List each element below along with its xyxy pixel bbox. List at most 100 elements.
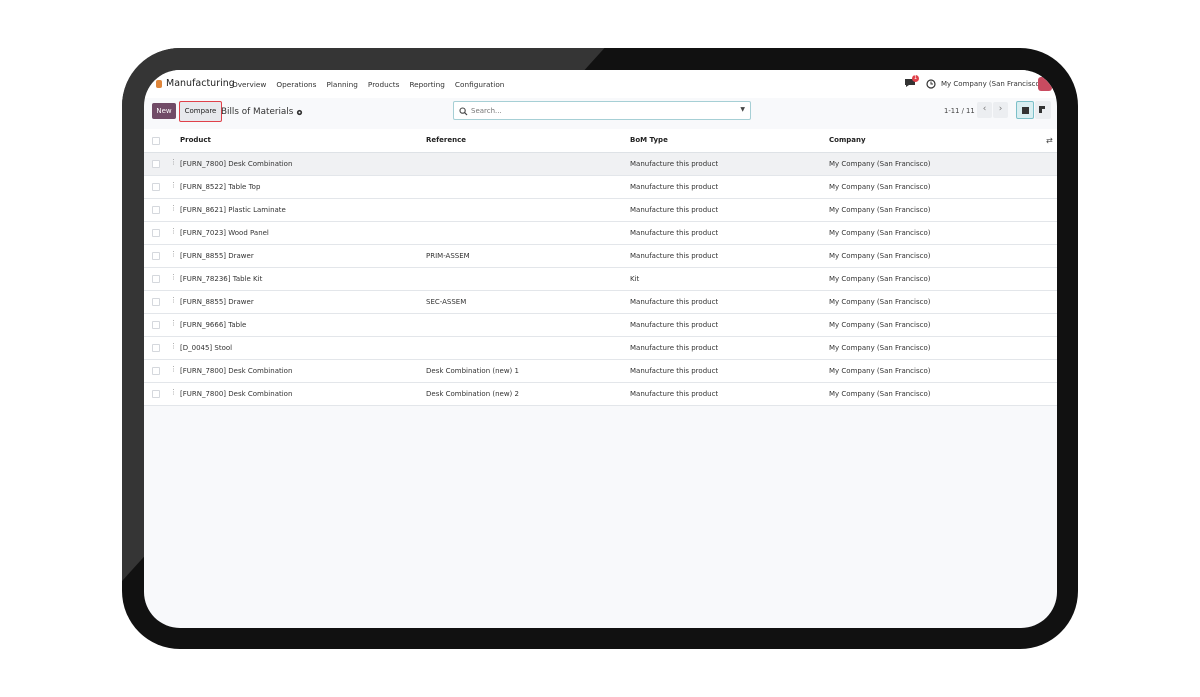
table-body: ⋮ [FURN_7800] Desk Combination Manufactu… bbox=[144, 153, 1057, 406]
cell-company: My Company (San Francisco) bbox=[829, 229, 931, 237]
row-checkbox[interactable] bbox=[152, 252, 160, 260]
cell-bom-type: Manufacture this product bbox=[630, 298, 719, 306]
cell-reference: Desk Combination (new) 1 bbox=[426, 367, 519, 375]
cell-bom-type: Manufacture this product bbox=[630, 183, 719, 191]
cell-company: My Company (San Francisco) bbox=[829, 367, 931, 375]
pager-previous-button[interactable]: ‹ bbox=[977, 102, 992, 118]
cell-product: [FURN_8855] Drawer bbox=[180, 298, 254, 306]
gear-icon[interactable] bbox=[296, 109, 303, 116]
list-view-button[interactable] bbox=[1016, 101, 1034, 119]
table-row[interactable]: ⋮ [FURN_8855] Drawer SEC-ASSEM Manufactu… bbox=[144, 291, 1057, 314]
cell-product: [FURN_9666] Table bbox=[180, 321, 247, 329]
row-checkbox[interactable] bbox=[152, 390, 160, 398]
row-checkbox[interactable] bbox=[152, 160, 160, 168]
menu-item-configuration[interactable]: Configuration bbox=[455, 80, 505, 89]
cell-company: My Company (San Francisco) bbox=[829, 206, 931, 214]
table-header: Product Reference BoM Type Company ⇄ bbox=[144, 129, 1057, 153]
search-input[interactable] bbox=[471, 104, 721, 118]
cell-bom-type: Kit bbox=[630, 275, 640, 283]
drag-handle-icon[interactable]: ⋮ bbox=[170, 297, 177, 306]
cell-company: My Company (San Francisco) bbox=[829, 252, 931, 260]
kanban-view-button[interactable] bbox=[1035, 101, 1051, 119]
cell-product: [FURN_8855] Drawer bbox=[180, 252, 254, 260]
table-row[interactable]: ⋮ [FURN_7800] Desk Combination Desk Comb… bbox=[144, 383, 1057, 406]
activity-clock-icon[interactable] bbox=[926, 79, 936, 89]
table-row[interactable]: ⋮ [FURN_7800] Desk Combination Desk Comb… bbox=[144, 360, 1057, 383]
menu-item-overview[interactable]: Overview bbox=[232, 80, 266, 89]
bom-list-table: Product Reference BoM Type Company ⇄ ⋮ [… bbox=[144, 129, 1057, 406]
cell-reference: PRIM-ASSEM bbox=[426, 252, 470, 260]
row-checkbox[interactable] bbox=[152, 183, 160, 191]
cell-bom-type: Manufacture this product bbox=[630, 367, 719, 375]
compare-button[interactable]: Compare bbox=[179, 101, 222, 122]
drag-handle-icon[interactable]: ⋮ bbox=[170, 228, 177, 237]
table-row[interactable]: ⋮ [FURN_8522] Table Top Manufacture this… bbox=[144, 176, 1057, 199]
table-row[interactable]: ⋮ [D_0045] Stool Manufacture this produc… bbox=[144, 337, 1057, 360]
cell-bom-type: Manufacture this product bbox=[630, 344, 719, 352]
drag-handle-icon[interactable]: ⋮ bbox=[170, 251, 177, 260]
row-checkbox[interactable] bbox=[152, 321, 160, 329]
menu-item-reporting[interactable]: Reporting bbox=[409, 80, 444, 89]
app-name[interactable]: Manufacturing bbox=[166, 78, 235, 89]
pager-value[interactable]: 1-11 / 11 bbox=[944, 107, 975, 115]
list-view-icon bbox=[1022, 107, 1029, 114]
cell-company: My Company (San Francisco) bbox=[829, 298, 931, 306]
company-switcher[interactable]: My Company (San Francisco) bbox=[941, 80, 1042, 88]
drag-handle-icon[interactable]: ⋮ bbox=[170, 205, 177, 214]
top-navbar: Manufacturing Overview Operations Planni… bbox=[144, 70, 1057, 98]
column-header-reference[interactable]: Reference bbox=[426, 136, 466, 144]
row-checkbox[interactable] bbox=[152, 206, 160, 214]
optional-columns-icon[interactable]: ⇄ bbox=[1046, 136, 1053, 145]
cell-bom-type: Manufacture this product bbox=[630, 160, 719, 168]
table-row[interactable]: ⋮ [FURN_7023] Wood Panel Manufacture thi… bbox=[144, 222, 1057, 245]
row-checkbox[interactable] bbox=[152, 275, 160, 283]
cell-product: [FURN_8522] Table Top bbox=[180, 183, 261, 191]
messages-badge: 1 bbox=[912, 75, 919, 82]
cell-reference: SEC-ASSEM bbox=[426, 298, 467, 306]
user-avatar[interactable] bbox=[1038, 77, 1052, 91]
row-checkbox[interactable] bbox=[152, 229, 160, 237]
cell-company: My Company (San Francisco) bbox=[829, 183, 931, 191]
search-icon bbox=[459, 107, 468, 116]
menu-item-planning[interactable]: Planning bbox=[326, 80, 357, 89]
cell-product: [FURN_7800] Desk Combination bbox=[180, 390, 293, 398]
column-header-company[interactable]: Company bbox=[829, 136, 866, 144]
drag-handle-icon[interactable]: ⋮ bbox=[170, 343, 177, 352]
table-row[interactable]: ⋮ [FURN_7800] Desk Combination Manufactu… bbox=[144, 153, 1057, 176]
row-checkbox[interactable] bbox=[152, 298, 160, 306]
drag-handle-icon[interactable]: ⋮ bbox=[170, 182, 177, 191]
row-checkbox[interactable] bbox=[152, 367, 160, 375]
table-row[interactable]: ⋮ [FURN_8621] Plastic Laminate Manufactu… bbox=[144, 199, 1057, 222]
menu-item-products[interactable]: Products bbox=[368, 80, 400, 89]
main-menu: Overview Operations Planning Products Re… bbox=[232, 80, 504, 89]
row-checkbox[interactable] bbox=[152, 344, 160, 352]
page-title: Bills of Materials bbox=[221, 107, 294, 117]
table-row[interactable]: ⋮ [FURN_9666] Table Manufacture this pro… bbox=[144, 314, 1057, 337]
cell-company: My Company (San Francisco) bbox=[829, 390, 931, 398]
app-logo-icon[interactable] bbox=[156, 80, 162, 88]
cell-company: My Company (San Francisco) bbox=[829, 275, 931, 283]
drag-handle-icon[interactable]: ⋮ bbox=[170, 389, 177, 398]
cell-company: My Company (San Francisco) bbox=[829, 321, 931, 329]
search-options-caret-icon[interactable]: ▼ bbox=[740, 106, 745, 113]
drag-handle-icon[interactable]: ⋮ bbox=[170, 366, 177, 375]
drag-handle-icon[interactable]: ⋮ bbox=[170, 159, 177, 168]
table-row[interactable]: ⋮ [FURN_8855] Drawer PRIM-ASSEM Manufact… bbox=[144, 245, 1057, 268]
table-row[interactable]: ⋮ [FURN_78236] Table Kit Kit My Company … bbox=[144, 268, 1057, 291]
column-header-bom-type[interactable]: BoM Type bbox=[630, 136, 668, 144]
drag-handle-icon[interactable]: ⋮ bbox=[170, 320, 177, 329]
cell-company: My Company (San Francisco) bbox=[829, 344, 931, 352]
cell-bom-type: Manufacture this product bbox=[630, 252, 719, 260]
pager-next-button[interactable]: › bbox=[993, 102, 1008, 118]
cell-product: [D_0045] Stool bbox=[180, 344, 233, 352]
device-frame: Manufacturing Overview Operations Planni… bbox=[122, 48, 1078, 649]
new-button[interactable]: New bbox=[152, 103, 176, 119]
menu-item-operations[interactable]: Operations bbox=[276, 80, 316, 89]
column-header-product[interactable]: Product bbox=[180, 136, 211, 144]
cell-bom-type: Manufacture this product bbox=[630, 390, 719, 398]
cell-bom-type: Manufacture this product bbox=[630, 206, 719, 214]
select-all-checkbox[interactable] bbox=[152, 137, 160, 145]
search-bar: ▼ bbox=[453, 101, 751, 120]
drag-handle-icon[interactable]: ⋮ bbox=[170, 274, 177, 283]
cell-company: My Company (San Francisco) bbox=[829, 160, 931, 168]
